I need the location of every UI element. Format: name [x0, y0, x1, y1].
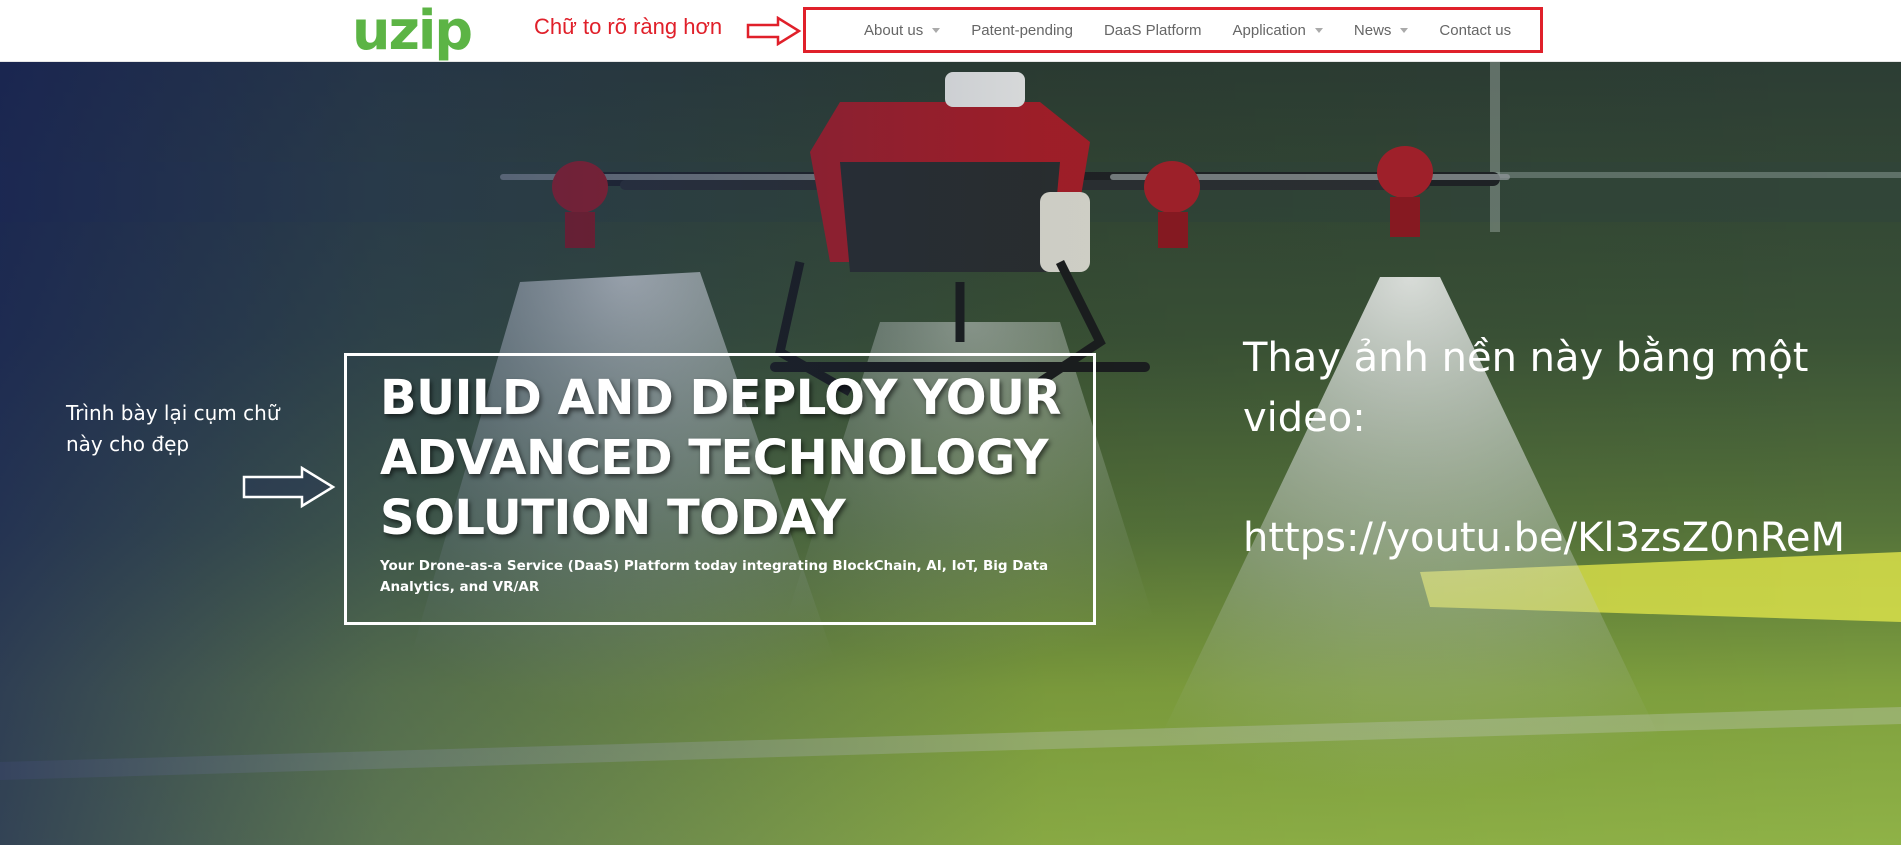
right-annotation-text: Thay ảnh nền này bằng một video:: [1243, 335, 1809, 441]
nav-item-label: News: [1353, 22, 1392, 39]
video-url[interactable]: https://youtu.be/Kl3zsZ0nReM: [1243, 508, 1883, 568]
site-logo[interactable]: uzip: [352, 0, 473, 62]
site-header: uzip Chữ to rõ ràng hơn About us Patent-…: [0, 0, 1901, 62]
nav-item-application[interactable]: Application: [1233, 22, 1323, 39]
nav-item-contact-us[interactable]: Contact us: [1439, 22, 1511, 39]
nav-item-label: Patent-pending: [971, 22, 1073, 39]
nav-item-label: Contact us: [1439, 22, 1512, 39]
nav-item-label: DaaS Platform: [1103, 22, 1202, 39]
left-annotation: Trình bày lại cụm chữ này cho đẹp: [66, 401, 280, 456]
right-arrow-icon: [746, 16, 802, 46]
header-annotation: Chữ to rõ ràng hơn: [534, 14, 723, 39]
hero-subheadline: Your Drone-as-a Service (DaaS) Platform …: [380, 558, 1049, 595]
nav-item-daas-platform[interactable]: DaaS Platform: [1104, 22, 1202, 39]
page: uzip Chữ to rõ ràng hơn About us Patent-…: [0, 0, 1901, 845]
right-annotation: Thay ảnh nền này bằng một video: https:/…: [1243, 328, 1883, 568]
nav-item-news[interactable]: News: [1354, 22, 1409, 39]
chevron-down-icon: [1314, 28, 1323, 33]
nav-item-label: About us: [864, 22, 924, 39]
main-nav: About us Patent-pending DaaS Platform Ap…: [864, 22, 1511, 39]
nav-item-label: Application: [1232, 22, 1306, 39]
nav-item-patent-pending[interactable]: Patent-pending: [971, 22, 1073, 39]
chevron-down-icon: [932, 28, 941, 33]
hero-headline: BUILD AND DEPLOY YOUR ADVANCED TECHNOLOG…: [380, 370, 1061, 546]
right-arrow-icon: [242, 465, 336, 509]
nav-item-about-us[interactable]: About us: [864, 22, 941, 39]
chevron-down-icon: [1400, 28, 1409, 33]
